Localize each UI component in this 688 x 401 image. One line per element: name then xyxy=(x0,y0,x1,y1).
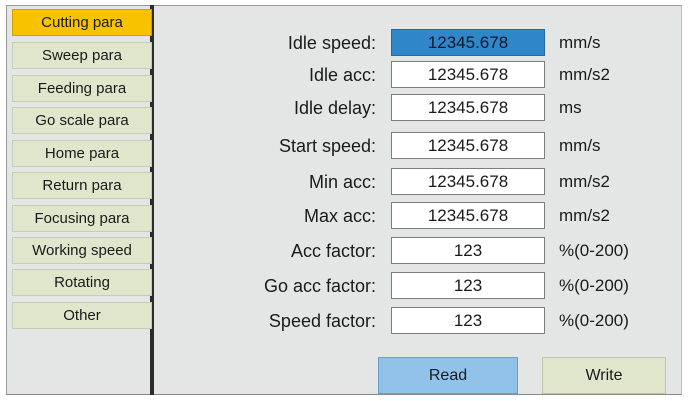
sidebar-item-home-para[interactable]: Home para xyxy=(12,140,152,167)
idle-speed-input[interactable]: 12345.678 xyxy=(391,29,545,56)
go-acc-factor-label: Go acc factor: xyxy=(263,276,376,296)
idle-speed-unit: mm/s xyxy=(559,33,601,52)
start-speed-input[interactable]: 12345.678 xyxy=(391,132,545,159)
idle-delay-input[interactable]: 12345.678 xyxy=(391,94,545,121)
idle-delay-label: Idle delay: xyxy=(293,98,376,118)
idle-acc-input[interactable]: 12345.678 xyxy=(391,61,545,88)
acc-factor-input[interactable]: 123 xyxy=(391,237,545,264)
speed-factor-label: Speed factor: xyxy=(268,311,376,331)
start-speed-label: Start speed: xyxy=(278,136,376,156)
sidebar-item-rotating[interactable]: Rotating xyxy=(12,269,152,296)
sidebar-item-cutting-para[interactable]: Cutting para xyxy=(12,9,152,36)
sidebar-item-go-scale-para[interactable]: Go scale para xyxy=(12,107,152,134)
read-button[interactable]: Read xyxy=(378,357,518,394)
acc-factor-label: Acc factor: xyxy=(290,241,376,261)
min-acc-input[interactable]: 12345.678 xyxy=(391,168,545,195)
sidebar-item-return-para[interactable]: Return para xyxy=(12,172,152,199)
go-acc-factor-unit: %(0-200) xyxy=(559,276,629,295)
max-acc-input[interactable]: 12345.678 xyxy=(391,202,545,229)
min-acc-unit: mm/s2 xyxy=(559,172,610,191)
idle-acc-label: Idle acc: xyxy=(308,65,376,85)
sidebar-item-focusing-para[interactable]: Focusing para xyxy=(12,205,152,232)
sidebar-item-sweep-para[interactable]: Sweep para xyxy=(12,42,152,69)
sidebar: Cutting para Sweep para Feeding para Go … xyxy=(6,5,154,395)
sidebar-item-other[interactable]: Other xyxy=(12,302,152,329)
idle-delay-unit: ms xyxy=(559,98,582,117)
start-speed-unit: mm/s xyxy=(559,136,601,155)
idle-acc-unit: mm/s2 xyxy=(559,65,610,84)
go-acc-factor-input[interactable]: 123 xyxy=(391,272,545,299)
min-acc-label: Min acc: xyxy=(308,172,376,192)
max-acc-unit: mm/s2 xyxy=(559,206,610,225)
sidebar-item-feeding-para[interactable]: Feeding para xyxy=(12,75,152,102)
write-button[interactable]: Write xyxy=(542,357,666,394)
speed-factor-unit: %(0-200) xyxy=(559,311,629,330)
speed-factor-input[interactable]: 123 xyxy=(391,307,545,334)
acc-factor-unit: %(0-200) xyxy=(559,241,629,260)
sidebar-item-working-speed[interactable]: Working speed xyxy=(12,237,152,264)
max-acc-label: Max acc: xyxy=(303,206,376,226)
idle-speed-label: Idle speed: xyxy=(287,33,376,53)
